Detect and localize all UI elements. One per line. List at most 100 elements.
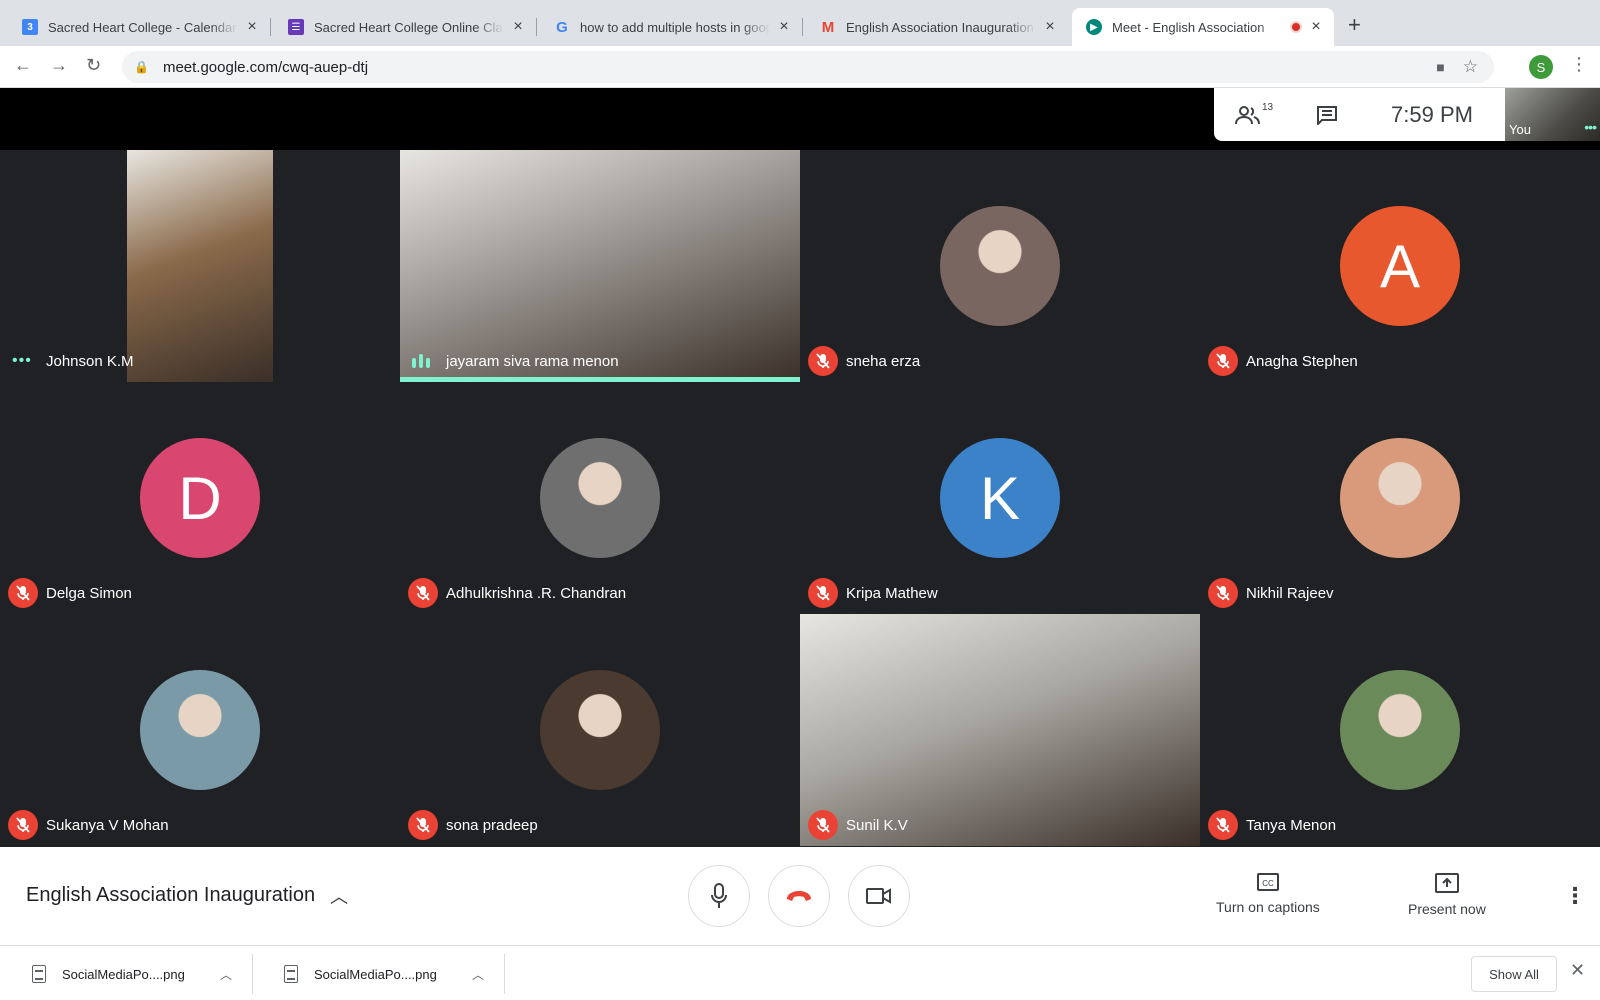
chevron-up-icon[interactable]: ︿ xyxy=(472,966,484,983)
participant-tile[interactable]: Tanya Menon xyxy=(1200,614,1600,846)
meeting-title[interactable]: English Association Inauguration xyxy=(26,884,315,907)
participant-avatar xyxy=(940,206,1060,326)
present-now-button[interactable]: Present now xyxy=(1408,873,1486,917)
close-icon[interactable]: ✕ xyxy=(1570,960,1585,981)
participant-tile[interactable]: Adhulkrishna .R. Chandran xyxy=(400,382,800,614)
end-call-icon xyxy=(787,891,811,901)
tab-title: English Association Inauguration xyxy=(846,19,1034,35)
chat-icon xyxy=(1316,105,1337,125)
participant-tile[interactable]: D Delga Simon xyxy=(0,382,400,614)
close-icon[interactable]: × xyxy=(510,18,526,36)
muted-mic-icon xyxy=(1208,346,1238,376)
participant-tile[interactable]: Nikhil Rajeev xyxy=(1200,382,1600,614)
recording-icon xyxy=(1290,21,1302,33)
participant-tile[interactable]: sona pradeep xyxy=(400,614,800,846)
participant-name: Delga Simon xyxy=(46,585,132,602)
profile-avatar[interactable]: S xyxy=(1529,55,1553,79)
captions-button[interactable]: CC Turn on captions xyxy=(1216,873,1320,915)
close-icon[interactable]: × xyxy=(776,18,792,36)
meet-icon: ▶ xyxy=(1086,19,1102,35)
participant-name: Johnson K.M xyxy=(46,353,134,370)
microphone-icon xyxy=(711,883,727,908)
show-all-button[interactable]: Show All xyxy=(1471,956,1557,992)
participant-avatar: K xyxy=(940,438,1060,558)
muted-mic-icon xyxy=(808,810,838,840)
file-icon xyxy=(284,965,298,983)
captions-label: Turn on captions xyxy=(1216,899,1320,915)
self-view-tile[interactable]: You ••• xyxy=(1505,88,1600,141)
download-filename: SocialMediaPo....png xyxy=(62,966,185,982)
participant-avatar xyxy=(540,670,660,790)
microphone-button[interactable] xyxy=(688,865,750,927)
captions-icon: CC xyxy=(1256,873,1279,891)
more-options-icon[interactable]: ••• xyxy=(1584,119,1597,135)
participant-tile[interactable]: Sukanya V Mohan xyxy=(0,614,400,846)
tab-meet[interactable]: ▶ Meet - English Association × xyxy=(1072,8,1334,46)
tab-sheets[interactable]: ☰ Sacred Heart College Online Class × xyxy=(274,8,537,46)
participant-name: sona pradeep xyxy=(446,817,538,834)
tab-title: Sacred Heart College Online Class xyxy=(314,19,504,35)
tab-strip: 3 Sacred Heart College - Calendar × ☰ Sa… xyxy=(0,0,1600,46)
participant-name: Kripa Mathew xyxy=(846,585,938,602)
muted-mic-icon xyxy=(808,346,838,376)
back-icon[interactable]: ← xyxy=(14,55,32,76)
meeting-info-box: 13 7:59 PM xyxy=(1214,88,1505,141)
speaking-indicator-icon xyxy=(412,354,430,368)
leave-call-button[interactable] xyxy=(768,865,830,927)
google-icon: G xyxy=(556,18,568,36)
reload-icon[interactable]: ↻ xyxy=(86,55,101,76)
participant-avatar: A xyxy=(1340,206,1460,326)
meeting-clock: 7:59 PM xyxy=(1391,101,1473,127)
muted-mic-icon xyxy=(1208,810,1238,840)
muted-mic-icon xyxy=(1208,578,1238,608)
close-icon[interactable]: × xyxy=(1042,18,1058,36)
calendar-icon: 3 xyxy=(22,19,38,35)
tab-title: how to add multiple hosts in google meet xyxy=(580,19,770,35)
participant-avatar xyxy=(540,438,660,558)
new-tab-button[interactable]: + xyxy=(1348,12,1361,38)
more-options-icon[interactable]: ••• xyxy=(12,352,32,370)
video-feed xyxy=(127,150,273,382)
participant-tile[interactable]: ••• Johnson K.M xyxy=(0,150,400,382)
participant-tile[interactable]: A Anagha Stephen xyxy=(1200,150,1600,382)
people-button[interactable]: 13 xyxy=(1214,88,1294,141)
tab-gmail[interactable]: M English Association Inauguration × xyxy=(806,8,1068,46)
camera-button[interactable] xyxy=(848,865,910,927)
participant-tile[interactable]: jayaram siva rama menon xyxy=(400,150,800,382)
participant-avatar xyxy=(1340,670,1460,790)
participant-name: jayaram siva rama menon xyxy=(446,353,619,370)
more-options-icon[interactable]: ⋮ xyxy=(1564,883,1586,909)
download-item[interactable]: SocialMediaPo....png ︿ xyxy=(260,954,505,994)
participant-name: Nikhil Rajeev xyxy=(1246,585,1334,602)
close-icon[interactable]: × xyxy=(1308,18,1324,36)
participant-name: Tanya Menon xyxy=(1246,817,1337,834)
download-item[interactable]: SocialMediaPo....png ︿ xyxy=(8,954,253,994)
present-screen-icon xyxy=(1434,873,1459,893)
tab-title: Meet - English Association xyxy=(1112,19,1265,35)
url-field[interactable]: 🔒 meet.google.com/cwq-auep-dtj ■ ☆ xyxy=(122,51,1494,83)
muted-mic-icon xyxy=(408,810,438,840)
tab-calendar[interactable]: 3 Sacred Heart College - Calendar × xyxy=(8,8,271,46)
chevron-up-icon[interactable]: ︿ xyxy=(330,883,348,909)
muted-mic-icon xyxy=(8,810,38,840)
chat-button[interactable] xyxy=(1294,88,1359,141)
lock-icon: 🔒 xyxy=(134,60,149,74)
muted-mic-icon xyxy=(408,578,438,608)
people-icon xyxy=(1234,105,1260,124)
browser-menu-icon[interactable]: ⋮ xyxy=(1570,54,1588,75)
forward-icon[interactable]: → xyxy=(50,55,68,76)
participant-tile[interactable]: K Kripa Mathew xyxy=(800,382,1200,614)
people-count: 13 xyxy=(1261,102,1274,113)
participant-name: Sukanya V Mohan xyxy=(46,817,169,834)
star-icon[interactable]: ☆ xyxy=(1463,57,1478,77)
video-feed xyxy=(800,614,1200,846)
close-icon[interactable]: × xyxy=(244,18,260,36)
muted-mic-icon xyxy=(808,578,838,608)
camera-icon[interactable]: ■ xyxy=(1436,59,1444,75)
chevron-up-icon[interactable]: ︿ xyxy=(220,966,232,983)
participant-avatar: D xyxy=(140,438,260,558)
participant-tile[interactable]: Sunil K.V xyxy=(800,614,1200,846)
tab-google-search[interactable]: G how to add multiple hosts in google me… xyxy=(540,8,803,46)
muted-mic-icon xyxy=(8,578,38,608)
participant-tile[interactable]: sneha erza xyxy=(800,150,1200,382)
